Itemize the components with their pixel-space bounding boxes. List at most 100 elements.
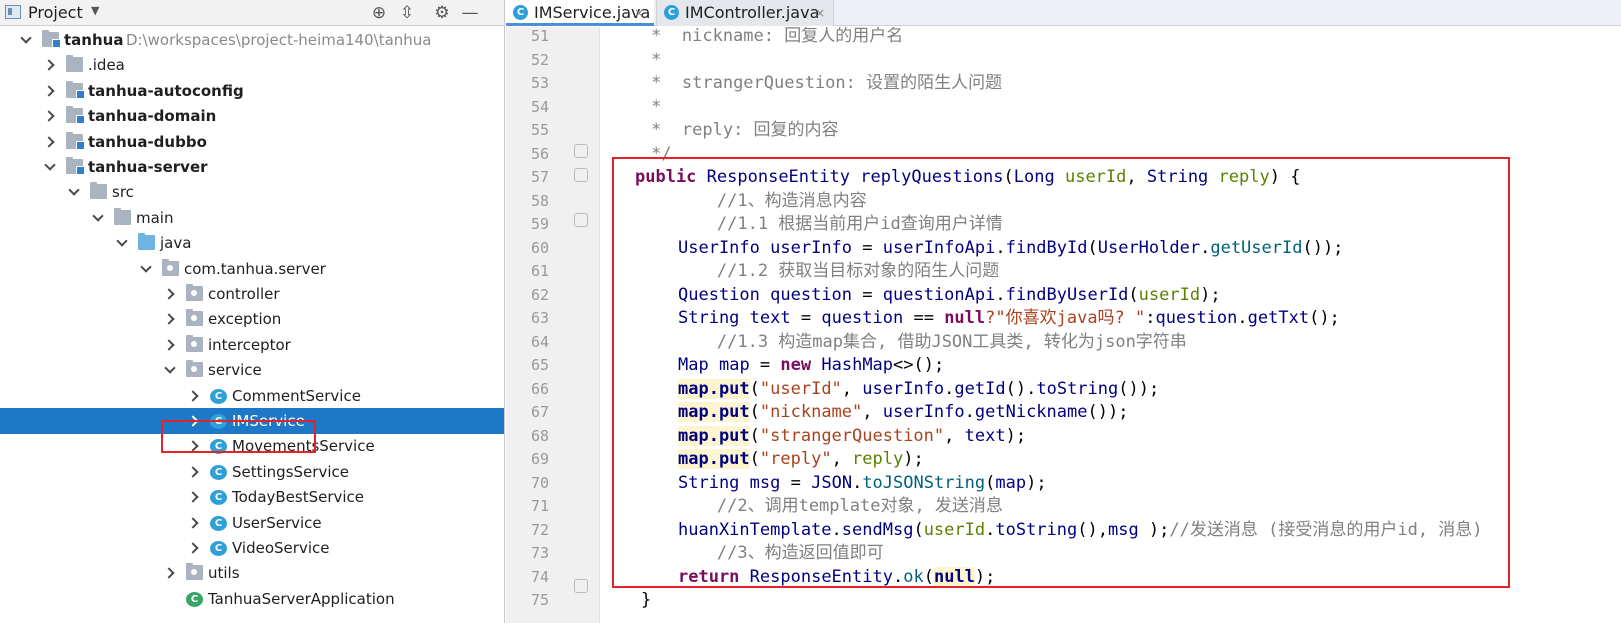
tree-item-tanhua-autoconfig[interactable]: tanhua-autoconfig: [0, 78, 504, 104]
chevron-right-icon[interactable]: [44, 129, 56, 155]
package-icon: [186, 284, 203, 301]
chevron-down-icon[interactable]: ▼: [91, 4, 99, 17]
project-panel-header: Project ▼ ⊕ ⇳ ⚙ —: [0, 0, 504, 26]
folder-icon: [114, 207, 131, 225]
fold-marker-icon[interactable]: [574, 213, 588, 227]
line-number: 56: [530, 144, 549, 163]
tab-imservice-java[interactable]: C IMService.java ×: [506, 0, 654, 26]
tree-item-todaybestservice[interactable]: C TodayBestService: [0, 484, 504, 510]
tree-item-tanhuaserverapplication[interactable]: C TanhuaServerApplication: [0, 586, 504, 612]
class-icon: C: [513, 5, 528, 20]
chevron-right-icon[interactable]: [188, 383, 200, 409]
line-number: 63: [530, 309, 549, 327]
project-title[interactable]: Project: [28, 3, 83, 22]
line-number: 55: [530, 121, 549, 139]
line-number: 68: [530, 426, 549, 445]
project-panel: Project ▼ ⊕ ⇳ ⚙ — tanhua D:\workspaces\pr…: [0, 0, 505, 623]
chevron-right-icon[interactable]: [188, 510, 200, 536]
close-icon[interactable]: ×: [815, 0, 825, 26]
tab-imcontroller-java[interactable]: C IMController.java ×: [656, 0, 834, 26]
tree-item-interceptor[interactable]: interceptor: [0, 332, 504, 358]
tree-item-com-tanhua-server[interactable]: com.tanhua.server: [0, 256, 504, 282]
chevron-right-icon[interactable]: [164, 332, 176, 358]
tree-item-label: TanhuaServerApplication: [208, 589, 395, 608]
folder-icon: [66, 55, 83, 73]
chevron-down-icon[interactable]: [140, 256, 152, 282]
tree-item-label: tanhua-autoconfig: [88, 81, 244, 100]
code-line-55: * reply: 回复的内容: [600, 120, 839, 140]
tree-item-service[interactable]: service: [0, 357, 504, 383]
tree-item-settingsservice[interactable]: C SettingsService: [0, 459, 504, 485]
chevron-down-icon[interactable]: [20, 27, 32, 53]
gear-icon[interactable]: ⚙: [430, 1, 454, 25]
line-number: 51: [530, 27, 549, 45]
tree-item-java[interactable]: java: [0, 230, 504, 256]
tree-item-main[interactable]: main: [0, 205, 504, 231]
code-line-52: *: [600, 49, 662, 70]
tree-item-commentservice[interactable]: C CommentService: [0, 383, 504, 409]
fold-marker-icon[interactable]: [574, 144, 588, 158]
chevron-down-icon[interactable]: [116, 230, 128, 256]
package-icon: [186, 334, 203, 352]
code-line-53: * strangerQuestion: 设置的陌生人问题: [600, 73, 1003, 93]
chevron-right-icon[interactable]: [164, 306, 176, 332]
line-number: 60: [530, 238, 549, 257]
tab-label: IMController.java: [685, 3, 820, 22]
tree-item-userservice[interactable]: C UserService: [0, 510, 504, 536]
tree-item--idea[interactable]: .idea: [0, 52, 504, 78]
class-icon: C: [210, 515, 227, 531]
tree-item-tanhua-dubbo[interactable]: tanhua-dubbo: [0, 129, 504, 155]
package-icon: [186, 360, 203, 378]
minimize-icon[interactable]: —: [458, 1, 482, 25]
class-icon: C: [186, 591, 203, 607]
line-number: 72: [530, 520, 549, 539]
code-line-51: * nickname: 回复人的用户名: [600, 27, 904, 46]
module-folder-icon: [66, 131, 85, 150]
class-icon: C: [210, 388, 227, 404]
close-icon[interactable]: ×: [634, 0, 644, 26]
line-number: 73: [530, 544, 549, 562]
chevron-right-icon[interactable]: [164, 560, 176, 586]
tree-item-label: .idea: [88, 56, 125, 75]
code-line-54: *: [600, 96, 662, 117]
chevron-down-icon[interactable]: [164, 357, 176, 383]
tree-item-src[interactable]: src: [0, 179, 504, 205]
tree-item-tanhua-domain[interactable]: tanhua-domain: [0, 103, 504, 129]
chevron-right-icon[interactable]: [44, 78, 56, 104]
project-icon: [5, 5, 21, 19]
folder-icon: [90, 182, 107, 200]
chevron-right-icon[interactable]: [164, 281, 176, 307]
tree-item-label: utils: [208, 564, 240, 583]
line-number: 65: [530, 356, 549, 374]
tree-item-label: tanhua: [64, 31, 124, 49]
tree-item-tanhua[interactable]: tanhua D:\workspaces\project-heima140\tan…: [0, 27, 504, 53]
code-line-75: }: [600, 590, 652, 610]
class-icon: C: [210, 490, 227, 506]
chevron-right-icon[interactable]: [188, 484, 200, 510]
tree-item-exception[interactable]: exception: [0, 306, 504, 332]
editor-tab-bar: C IMService.java × C IMController.java ×: [506, 0, 1621, 26]
chevron-down-icon[interactable]: [92, 205, 104, 231]
fold-marker-icon[interactable]: [574, 579, 588, 593]
tree-item-label: tanhua-dubbo: [88, 132, 207, 151]
chevron-right-icon[interactable]: [44, 52, 56, 78]
locate-icon[interactable]: ⊕: [367, 1, 391, 25]
collapse-all-icon[interactable]: ⇳: [395, 1, 419, 25]
chevron-right-icon[interactable]: [44, 103, 56, 129]
tree-item-utils[interactable]: utils: [0, 560, 504, 586]
line-number: 69: [530, 450, 549, 468]
chevron-down-icon[interactable]: [68, 179, 80, 205]
chevron-down-icon[interactable]: [44, 154, 56, 180]
tree-item-videoservice[interactable]: C VideoService: [0, 535, 504, 561]
tree-item-controller[interactable]: controller: [0, 281, 504, 307]
line-number: 57: [530, 168, 549, 186]
tree-item-tanhua-server[interactable]: tanhua-server: [0, 154, 504, 180]
line-number: 52: [530, 50, 549, 69]
fold-marker-icon[interactable]: [574, 168, 588, 182]
tree-item-label: SettingsService: [232, 462, 349, 481]
code-editor: C IMService.java × C IMController.java ×…: [506, 0, 1621, 623]
tree-item-label: TodayBestService: [232, 488, 365, 507]
chevron-right-icon[interactable]: [188, 459, 200, 485]
line-number: 59: [530, 215, 549, 233]
chevron-right-icon[interactable]: [188, 535, 200, 561]
